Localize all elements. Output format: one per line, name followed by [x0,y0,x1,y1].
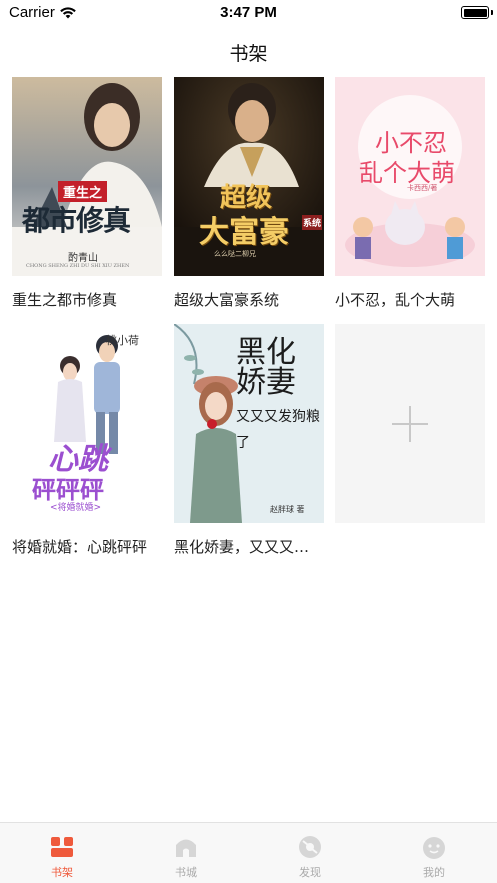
bookstore-icon [176,839,196,857]
tab-label: 发现 [299,866,321,879]
tab-profile[interactable]: 我的 [372,823,496,883]
cover-main-text: 黑化娇妻 [236,335,296,400]
plus-icon-vertical [409,406,411,442]
cover-main-text: 都市修真 [22,204,131,237]
book-title[interactable]: 小不忍，乱个大萌 [335,289,485,310]
book-item[interactable]: 黑化娇妻 又又又发狗粮了 赵胖球 著 黑化娇妻，又又又发狗粮了 [174,324,324,557]
page-title: 书架 [229,43,268,65]
add-book-card[interactable] [335,324,485,523]
profile-icon [423,837,445,859]
add-book-button[interactable] [335,324,485,523]
cover-main-text-2: 又又又发狗粮了 [236,409,320,451]
tab-bookstore[interactable]: 书城 [124,823,248,883]
book-cover[interactable]: 小不忍 乱个大萌 卡西西/著 [335,77,485,276]
tab-bar: 书架 书城 发现 我的 [0,822,497,883]
tab-label: 我的 [423,866,445,879]
book-cover[interactable]: 重生之 都市修真 酌青山 CHONG SHENG ZHI DU SHI XIU … [12,77,162,276]
book-title[interactable]: 重生之都市修真 [12,289,162,310]
cover-subtitle: <将婚就婚> [50,503,102,513]
tab-bookshelf[interactable]: 书架 [0,823,124,883]
tab-label: 书架 [51,866,73,879]
cover-author: 卡西西/著 [407,184,438,192]
book-title[interactable]: 将婚就婚：心跳砰砰 [12,536,162,557]
book-title[interactable]: 超级大富豪系统 [174,289,324,310]
status-time: 3:47 PM [220,4,277,21]
book-title[interactable]: 黑化娇妻，又又又发狗粮了 [174,536,324,557]
book-cover[interactable]: 黑化娇妻 又又又发狗粮了 赵胖球 著 [174,324,324,523]
book-item[interactable]: 小不忍 乱个大萌 卡西西/著 小不忍，乱个大萌 [335,77,485,310]
cover-author: 酌青山 [68,253,98,264]
tab-discover[interactable]: 发现 [248,823,372,883]
book-cover[interactable]: 桃小荷 心跳 砰砰砰 <将婚就婚> [12,324,162,523]
cover-badge: 系统 [302,215,323,230]
bookshelf-icon [51,837,73,857]
discover-icon [299,836,321,858]
cover-author: 桃小荷 [106,334,139,347]
book-item[interactable]: 重生之 都市修真 酌青山 CHONG SHENG ZHI DU SHI XIU … [12,77,162,310]
cover-author: 赵胖球 著 [270,505,305,514]
book-cover[interactable]: 超级 大富豪 系统 么么哒二柳兄 [174,77,324,276]
book-item[interactable]: 超级 大富豪 系统 么么哒二柳兄 超级大富豪系统 [174,77,324,310]
tab-label: 书城 [175,866,197,879]
cover-author: 么么哒二柳兄 [214,250,256,258]
status-bar: Carrier 3:47 PM [0,0,497,26]
cover-main-text-2: 大富豪 [199,215,289,250]
battery-cap [491,10,493,15]
cover-subtitle: CHONG SHENG ZHI DU SHI XIU ZHEN [26,263,130,269]
book-cover-art [12,77,162,276]
book-item[interactable]: 桃小荷 心跳 砰砰砰 <将婚就婚> 将婚就婚：心跳砰砰 [12,324,162,557]
battery-icon [461,6,489,19]
